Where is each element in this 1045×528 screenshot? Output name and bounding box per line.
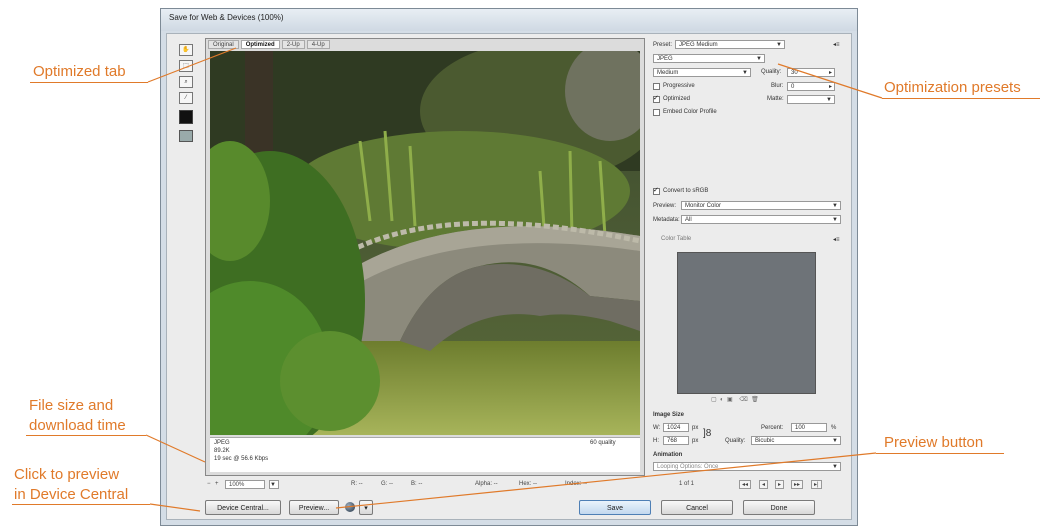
optimized-tab-leader bbox=[147, 47, 237, 83]
callout-lines bbox=[145, 47, 883, 512]
file-size-leader bbox=[145, 434, 206, 463]
device-central-leader bbox=[149, 503, 201, 512]
optimization-presets-leader bbox=[777, 63, 883, 99]
preview-button-leader bbox=[335, 452, 877, 509]
